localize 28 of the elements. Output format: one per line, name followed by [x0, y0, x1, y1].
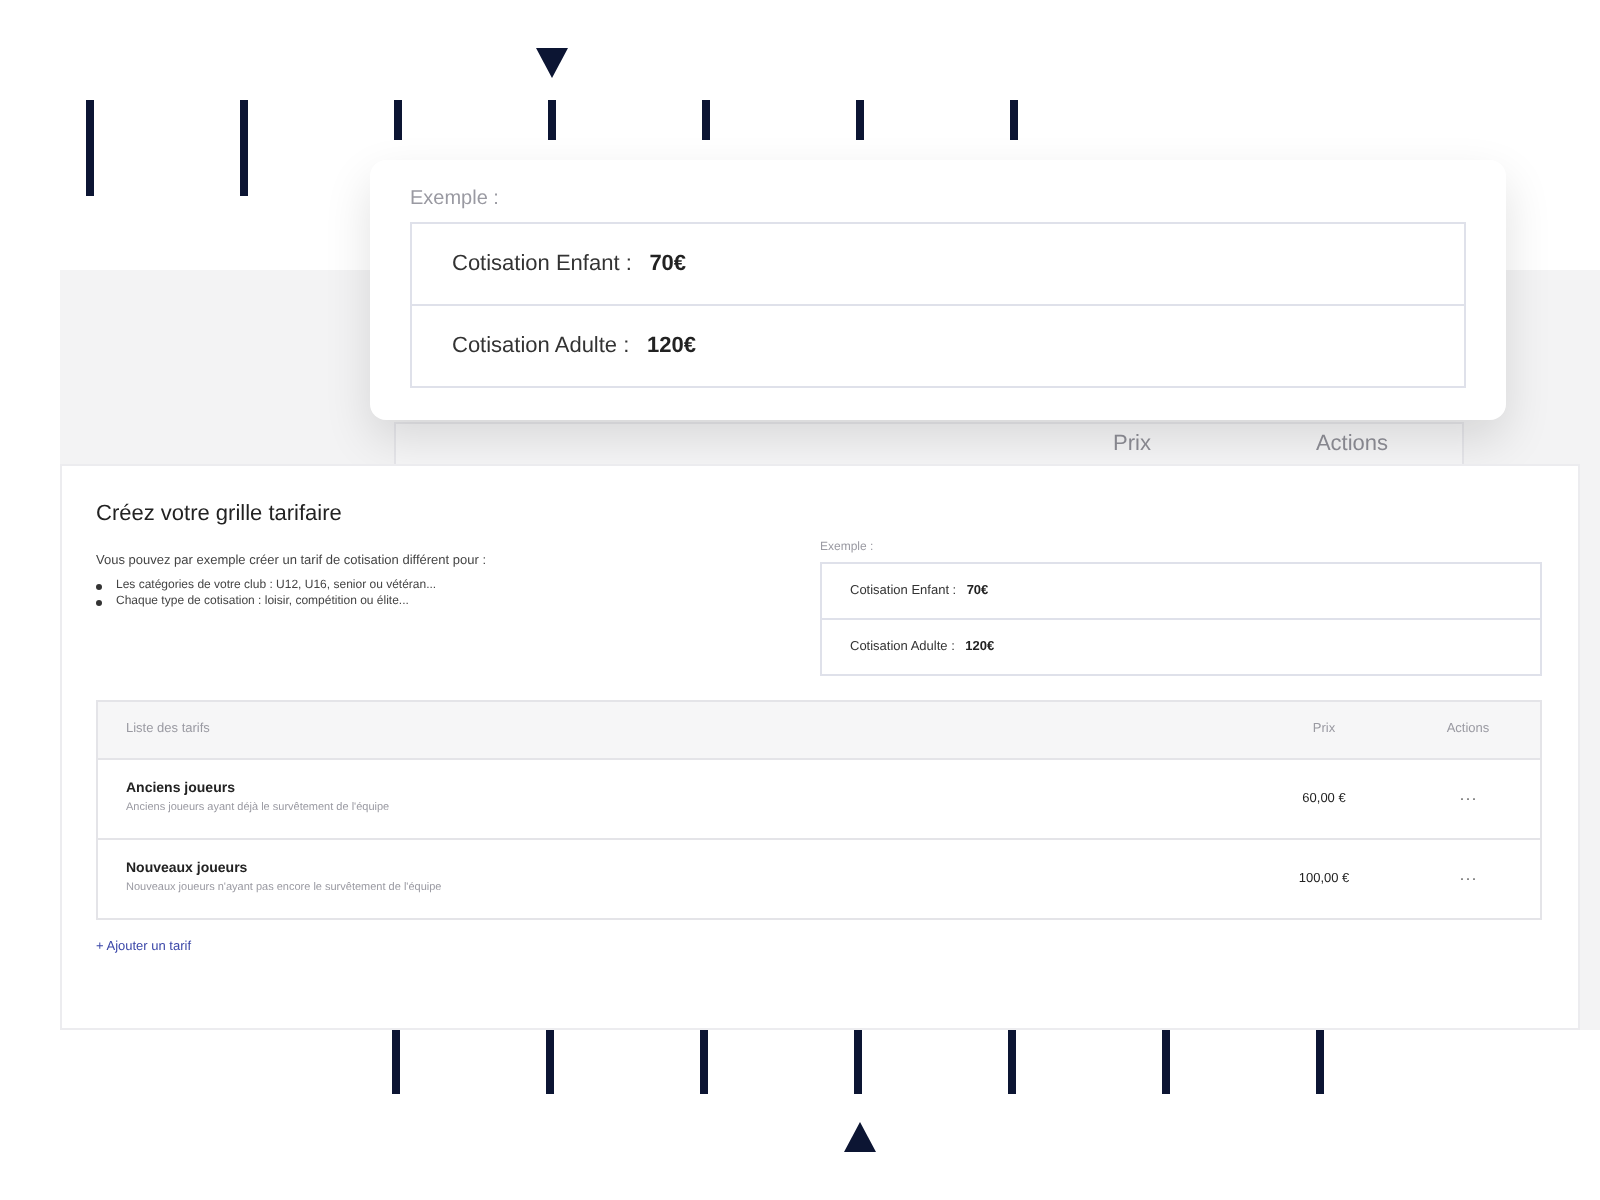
card-title: Créez votre grille tarifaire: [96, 502, 344, 526]
column-heading: Actions: [1313, 432, 1391, 456]
example-label: Exemple :: [410, 188, 501, 210]
tick-bar: [548, 100, 556, 140]
more-actions-button[interactable]: ···: [1396, 868, 1540, 889]
tick-bar: [856, 100, 864, 140]
more-actions-button[interactable]: ···: [1396, 788, 1540, 809]
tick-bar: [1008, 1030, 1016, 1094]
tick-bar: [854, 1030, 862, 1094]
tick-bar: [394, 100, 402, 140]
fee-label: Cotisation Enfant :: [452, 252, 632, 276]
tick-bar: [546, 1030, 554, 1094]
tick-bar: [240, 100, 248, 196]
tick-bar: [1162, 1030, 1170, 1094]
tick-bar: [1010, 100, 1018, 140]
up-triangle-icon: [844, 1122, 876, 1152]
fee-value: 120€: [646, 334, 696, 358]
fee-value: 70€: [649, 252, 687, 276]
tick-bar: [700, 1030, 708, 1094]
tick-bar: [86, 100, 94, 196]
tick-bar: [1316, 1030, 1324, 1094]
down-triangle-icon: [536, 48, 568, 78]
tick-bar: [392, 1030, 400, 1094]
fee-label: Cotisation Adulte :: [452, 334, 630, 358]
bullet-icon: [96, 599, 102, 605]
bullet-icon: [96, 583, 102, 589]
column-heading: Prix: [1111, 432, 1153, 456]
tick-bar: [702, 100, 710, 140]
